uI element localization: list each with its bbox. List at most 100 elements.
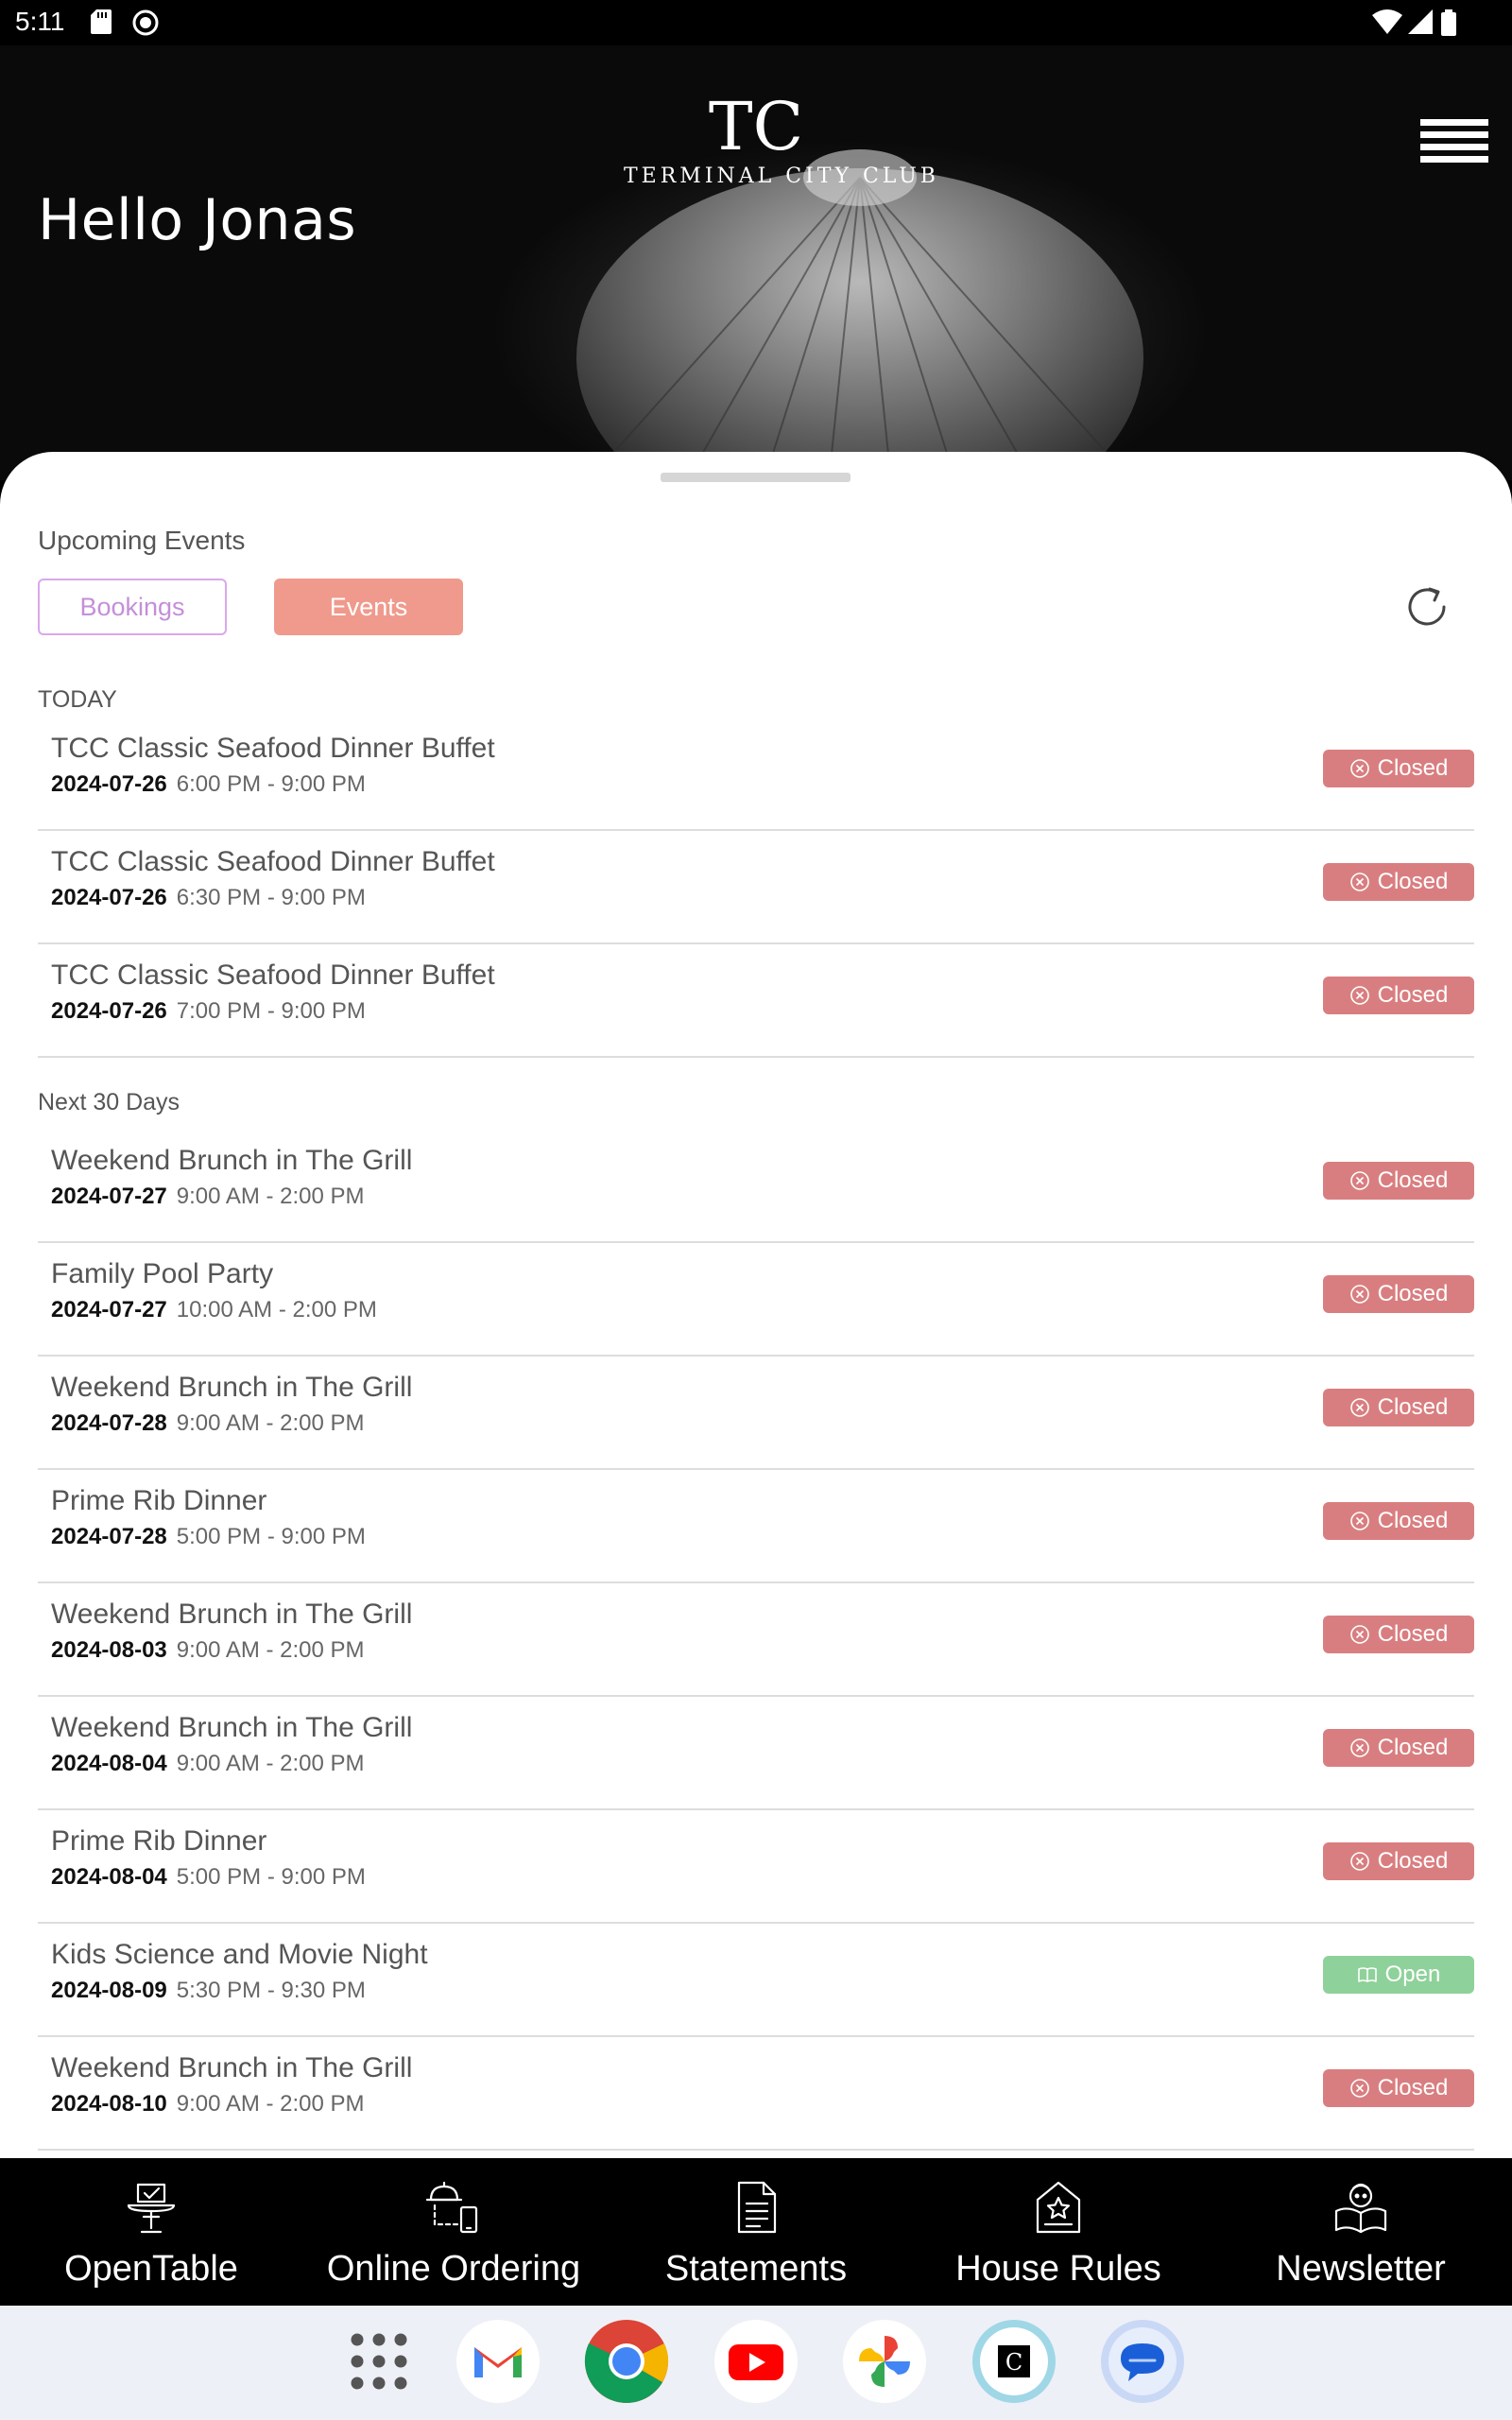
status-badge: Closed [1323, 1729, 1474, 1767]
event-row[interactable]: TCC Classic Seafood Dinner Buffet 2024-0… [38, 717, 1474, 831]
menu-bar [1420, 156, 1488, 163]
event-row[interactable]: TCC Classic Seafood Dinner Buffet 2024-0… [38, 944, 1474, 1058]
android-dock: C [0, 2306, 1512, 2420]
opentable-icon [127, 2183, 176, 2234]
apps-grid-icon[interactable] [336, 2319, 421, 2404]
status-badge-label: Closed [1377, 982, 1449, 1008]
group-label-today: TODAY [38, 686, 117, 713]
event-meta: 2024-07-28 9:00 AM - 2:00 PM [51, 1410, 365, 1437]
tcc-app-icon[interactable]: C [971, 2319, 1057, 2404]
event-row[interactable]: Weekend Brunch in The Grill 2024-07-28 9:… [38, 1357, 1474, 1470]
status-badge: Closed [1323, 1389, 1474, 1426]
pendant-lamp-image [576, 149, 1143, 480]
status-badge: Closed [1323, 1502, 1474, 1540]
status-badge-label: Closed [1377, 1621, 1449, 1647]
event-title: Weekend Brunch in The Grill [51, 1372, 413, 1403]
event-meta: 2024-08-10 9:00 AM - 2:00 PM [51, 2091, 365, 2118]
event-date: 2024-07-27 [51, 1297, 167, 1322]
nav-label: Statements [664, 2249, 848, 2289]
event-meta: 2024-08-04 9:00 AM - 2:00 PM [51, 1751, 365, 1777]
menu-bar [1420, 119, 1488, 126]
closed-circle-icon [1349, 1398, 1369, 1417]
messages-icon[interactable] [1100, 2319, 1185, 2404]
gmail-icon[interactable] [455, 2319, 541, 2404]
status-badge-label: Open [1384, 1962, 1441, 1987]
event-meta: 2024-08-03 9:00 AM - 2:00 PM [51, 1637, 365, 1664]
tab-bookings[interactable]: Bookings [38, 579, 227, 635]
hamburger-menu-button[interactable] [1420, 119, 1488, 174]
event-date: 2024-08-04 [51, 1751, 167, 1776]
event-row[interactable]: Weekend Brunch in The Grill 2024-08-04 9:… [38, 1697, 1474, 1810]
status-badge: Closed [1323, 750, 1474, 787]
section-title: Upcoming Events [38, 526, 246, 555]
event-time: 6:00 PM - 9:00 PM [176, 771, 366, 797]
tab-events[interactable]: Events [274, 579, 463, 635]
bottom-navigation: OpenTable Online Ordering Statements Hou… [0, 2158, 1512, 2306]
nav-label: House Rules [955, 2249, 1161, 2289]
status-badge: Closed [1323, 1616, 1474, 1653]
hero-banner: TC TERMINAL CITY CLUB Hello Jonas [0, 45, 1512, 480]
event-title: Weekend Brunch in The Grill [51, 1712, 413, 1743]
event-row[interactable]: Weekend Brunch in The Grill 2024-08-03 9:… [38, 1583, 1474, 1697]
closed-circle-icon [1349, 1285, 1369, 1304]
greeting-title: Hello Jonas [38, 187, 357, 253]
closed-circle-icon [1349, 2079, 1369, 2098]
nav-online-ordering[interactable]: Online Ordering [302, 2158, 605, 2306]
online-ordering-icon [425, 2181, 478, 2234]
sd-card-icon [91, 9, 112, 34]
chrome-icon[interactable] [584, 2319, 669, 2404]
event-row[interactable]: Weekend Brunch in The Grill 2024-08-10 9:… [38, 2037, 1474, 2151]
battery-icon [1441, 9, 1456, 36]
event-time: 9:00 AM - 2:00 PM [176, 1751, 365, 1776]
event-row[interactable]: Family Pool Party 2024-07-27 10:00 AM - 2… [38, 1243, 1474, 1357]
event-row[interactable]: Kids Science and Movie Night 2024-08-09 5… [38, 1924, 1474, 2037]
event-meta: 2024-08-09 5:30 PM - 9:30 PM [51, 1978, 366, 2004]
nav-house-rules[interactable]: House Rules [907, 2158, 1210, 2306]
closed-circle-icon [1349, 1738, 1369, 1757]
event-title: Kids Science and Movie Night [51, 1939, 428, 1970]
event-title: Prime Rib Dinner [51, 1485, 267, 1516]
status-badge: Closed [1323, 977, 1474, 1014]
event-time: 5:30 PM - 9:30 PM [176, 1978, 366, 2003]
photos-icon[interactable] [842, 2319, 927, 2404]
event-date: 2024-07-26 [51, 998, 167, 1024]
event-meta: 2024-07-27 10:00 AM - 2:00 PM [51, 1297, 377, 1323]
menu-bar [1420, 131, 1488, 138]
event-time: 7:00 PM - 9:00 PM [176, 998, 366, 1024]
youtube-icon[interactable] [713, 2319, 799, 2404]
event-time: 9:00 AM - 2:00 PM [176, 2091, 365, 2117]
event-row[interactable]: TCC Classic Seafood Dinner Buffet 2024-0… [38, 831, 1474, 944]
nav-statements[interactable]: Statements [605, 2158, 907, 2306]
closed-circle-icon [1349, 1512, 1369, 1530]
nav-label: Newsletter [1276, 2249, 1446, 2289]
nav-opentable[interactable]: OpenTable [0, 2158, 302, 2306]
event-date: 2024-07-26 [51, 771, 167, 797]
nav-newsletter[interactable]: Newsletter [1210, 2158, 1512, 2306]
event-row[interactable]: Prime Rib Dinner 2024-08-04 5:00 PM - 9:0… [38, 1810, 1474, 1924]
event-meta: 2024-08-04 5:00 PM - 9:00 PM [51, 1864, 366, 1891]
status-badge-label: Closed [1377, 1281, 1449, 1306]
event-row[interactable]: Prime Rib Dinner 2024-07-28 5:00 PM - 9:0… [38, 1470, 1474, 1583]
event-title: Family Pool Party [51, 1258, 274, 1289]
event-meta: 2024-07-26 6:30 PM - 9:00 PM [51, 885, 366, 911]
event-title: TCC Classic Seafood Dinner Buffet [51, 733, 495, 764]
status-badge: Closed [1323, 1842, 1474, 1880]
closed-circle-icon [1349, 759, 1369, 778]
club-logo-text: TERMINAL CITY CLUB [624, 164, 939, 188]
notification-app-icon [132, 9, 159, 36]
event-meta: 2024-07-27 9:00 AM - 2:00 PM [51, 1184, 365, 1210]
event-date: 2024-08-09 [51, 1978, 167, 2003]
event-title: Prime Rib Dinner [51, 1825, 267, 1857]
event-meta: 2024-07-28 5:00 PM - 9:00 PM [51, 1524, 366, 1550]
event-title: Weekend Brunch in The Grill [51, 2052, 413, 2083]
refresh-icon[interactable] [1399, 579, 1455, 635]
event-time: 9:00 AM - 2:00 PM [176, 1184, 365, 1209]
sheet-drag-handle[interactable] [661, 473, 850, 482]
event-time: 9:00 AM - 2:00 PM [176, 1410, 365, 1436]
event-title: TCC Classic Seafood Dinner Buffet [51, 846, 495, 877]
closed-circle-icon [1349, 1171, 1369, 1190]
club-logo: TC TERMINAL CITY CLUB [624, 93, 939, 188]
event-time: 6:30 PM - 9:00 PM [176, 885, 366, 910]
event-row[interactable]: Weekend Brunch in The Grill 2024-07-27 9:… [38, 1130, 1474, 1243]
status-badge-label: Closed [1377, 869, 1449, 894]
